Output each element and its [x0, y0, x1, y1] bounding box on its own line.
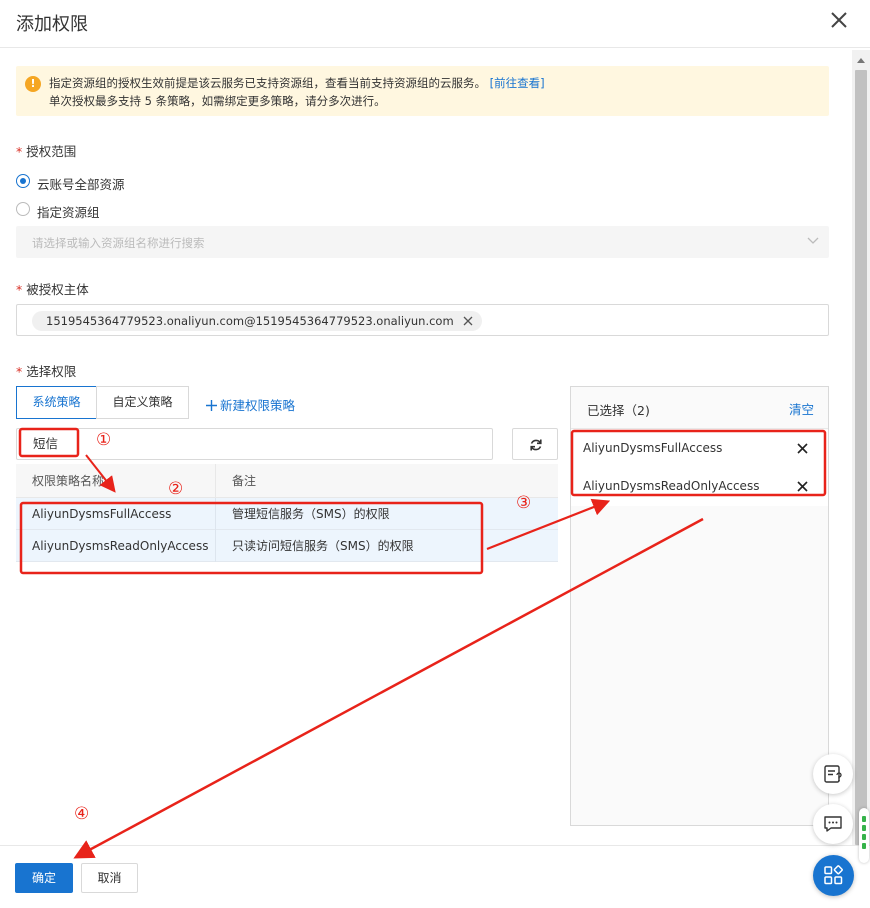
radio-resource-group[interactable]	[16, 202, 30, 216]
add-permission-dialog: 添加权限 ! 指定资源组的授权生效前提是该云服务已支持资源组，查看当前支持资源组…	[0, 0, 870, 908]
required-mark: *	[16, 364, 23, 379]
chat-icon	[824, 816, 842, 832]
tab-custom-policy[interactable]: 自定义策略	[96, 386, 189, 419]
close-icon[interactable]	[828, 9, 850, 31]
apps-icon	[824, 865, 843, 885]
scope-label: * 授权范围	[16, 141, 76, 160]
scope-label-text: 授权范围	[26, 144, 77, 159]
status-indicator	[859, 808, 869, 863]
new-policy-text: 新建权限策略	[220, 398, 296, 413]
new-policy-link[interactable]: 新建权限策略	[206, 395, 295, 414]
alert-message: 指定资源组的授权生效前提是该云服务已支持资源组，查看当前支持资源组的云服务。	[49, 76, 486, 90]
chat-button[interactable]	[813, 804, 853, 844]
view-supported-services-link[interactable]: [前往查看]	[490, 76, 545, 90]
status-indicator-segment	[862, 843, 866, 849]
tab-system-policy[interactable]: 系统策略	[16, 386, 97, 419]
confirm-button[interactable]: 确定	[15, 863, 73, 893]
selected-policies-panel: 已选择（2) 清空 AliyunDysmsFullAccess AliyunDy…	[570, 386, 829, 826]
remove-item-icon[interactable]	[797, 481, 808, 492]
table-row[interactable]: AliyunDysmsReadOnlyAccess 只读访问短信服务（SMS）的…	[16, 530, 558, 562]
apps-button[interactable]	[813, 855, 854, 896]
remove-tag-icon[interactable]	[463, 316, 473, 326]
annotation-step-1: ①	[96, 430, 112, 450]
status-indicator-segment	[862, 834, 866, 840]
selected-item: AliyunDysmsReadOnlyAccess	[571, 468, 828, 506]
policy-note-cell: 只读访问短信服务（SMS）的权限	[232, 539, 414, 553]
refresh-icon	[530, 439, 542, 451]
column-header-policy-name: 权限策略名称	[16, 464, 216, 498]
refresh-button[interactable]	[512, 428, 558, 460]
dialog-title: 添加权限	[16, 14, 88, 35]
cancel-button[interactable]: 取消	[81, 863, 138, 893]
alert-text-line2: 单次授权最多支持 5 条策略，如需绑定更多策略，请分多次进行。	[49, 94, 386, 108]
annotation-step-2: ②	[168, 479, 184, 499]
status-indicator-segment	[862, 816, 866, 822]
principal-tag-text: 1519545364779523.onaliyun.com@1519545364…	[46, 314, 454, 328]
remove-item-icon[interactable]	[797, 443, 808, 454]
permissions-label: * 选择权限	[16, 361, 76, 380]
policy-note-cell: 管理短信服务（SMS）的权限	[232, 507, 390, 521]
selected-item-label: AliyunDysmsFullAccess	[583, 441, 723, 455]
selected-title: 已选择（2)	[587, 403, 650, 418]
annotation-step-4: ④	[74, 804, 90, 824]
scrollbar-thumb[interactable]	[855, 70, 867, 845]
selected-item: AliyunDysmsFullAccess	[571, 430, 828, 468]
annotation-step-3: ③	[516, 493, 532, 513]
radio-all-resources[interactable]	[16, 174, 30, 188]
clear-selection-button[interactable]: 清空	[789, 399, 814, 418]
dialog-header: 添加权限	[0, 0, 870, 48]
feedback-icon	[824, 765, 842, 783]
principal-label-text: 被授权主体	[26, 282, 89, 297]
info-alert: ! 指定资源组的授权生效前提是该云服务已支持资源组，查看当前支持资源组的云服务。…	[16, 66, 829, 116]
required-mark: *	[16, 282, 23, 297]
radio-resource-group-label[interactable]: 指定资源组	[37, 202, 100, 221]
chevron-down-icon	[807, 237, 819, 244]
scroll-up-arrow-icon[interactable]	[856, 56, 866, 64]
policy-search-input[interactable]: 短信	[16, 428, 493, 460]
alert-text-line1: 指定资源组的授权生效前提是该云服务已支持资源组，查看当前支持资源组的云服务。 […	[49, 75, 545, 91]
feedback-button[interactable]	[813, 754, 853, 794]
principal-tag: 1519545364779523.onaliyun.com@1519545364…	[32, 311, 482, 331]
warning-icon: !	[25, 76, 41, 92]
radio-all-resources-label[interactable]: 云账号全部资源	[37, 174, 125, 193]
resource-group-select: 请选择或输入资源组名称进行搜索	[16, 226, 829, 258]
selected-item-label: AliyunDysmsReadOnlyAccess	[583, 479, 760, 493]
policy-name-cell: AliyunDysmsReadOnlyAccess	[16, 530, 216, 562]
resource-group-placeholder: 请选择或输入资源组名称进行搜索	[32, 236, 205, 250]
permissions-label-text: 选择权限	[26, 364, 77, 379]
status-indicator-segment	[862, 825, 866, 831]
principal-input[interactable]: 1519545364779523.onaliyun.com@1519545364…	[16, 304, 829, 336]
table-row[interactable]: AliyunDysmsFullAccess 管理短信服务（SMS）的权限	[16, 498, 558, 530]
selected-header: 已选择（2) 清空	[571, 387, 828, 429]
plus-icon	[206, 400, 217, 411]
principal-label: * 被授权主体	[16, 279, 89, 298]
column-header-note: 备注	[216, 464, 558, 498]
required-mark: *	[16, 144, 23, 159]
policy-name-cell: AliyunDysmsFullAccess	[16, 498, 216, 530]
